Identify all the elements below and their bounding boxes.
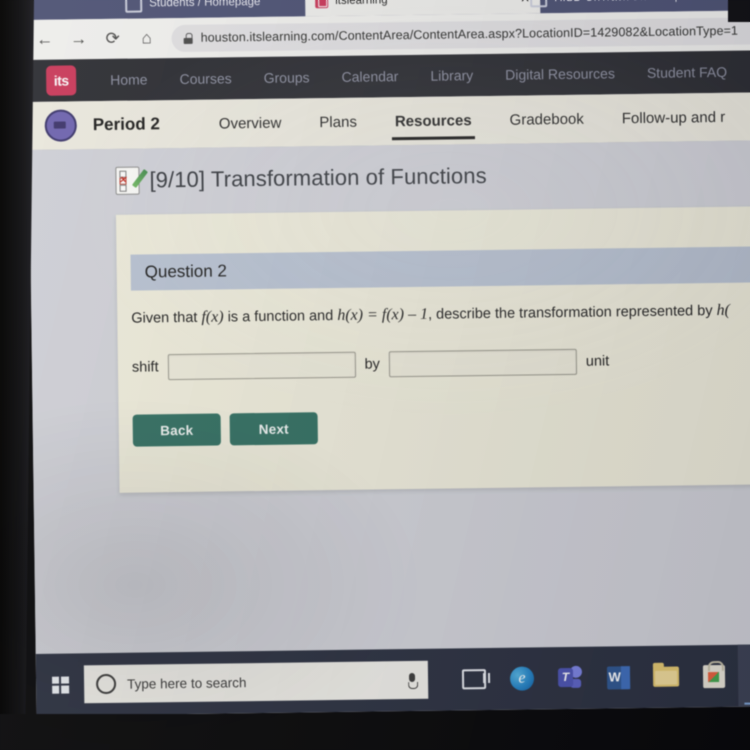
tab-gradebook[interactable]: Gradebook	[490, 94, 603, 143]
address-bar[interactable]: houston.itslearning.com/ContentArea/Cont…	[171, 16, 750, 52]
lock-icon	[184, 32, 193, 43]
next-button[interactable]: Next	[229, 412, 318, 446]
teams-icon[interactable]: T	[546, 647, 595, 710]
nav-item-library[interactable]: Library	[414, 67, 489, 84]
tab-label: itslearning	[335, 0, 388, 7]
nav-item-calendar[interactable]: Calendar	[325, 68, 414, 85]
question-prompt: Given that f(x) is a function and h(x) =…	[131, 300, 750, 329]
circle-icon	[530, 0, 548, 7]
nav-item-digital-resources[interactable]: Digital Resources	[489, 65, 631, 83]
answer-row: shift by unit	[132, 346, 750, 381]
nav-item-courses[interactable]: Courses	[163, 70, 247, 87]
tab-follow-up[interactable]: Follow-up and r	[602, 93, 744, 143]
tab-label: Students / Homepage	[149, 0, 261, 10]
tab-resources[interactable]: Resources	[376, 96, 491, 145]
file-explorer-icon[interactable]	[642, 645, 691, 708]
edge-icon[interactable]: e	[498, 647, 547, 710]
page-body: ✕ [9/10] Transformation of Functions Que…	[29, 140, 750, 654]
photo-bottom-bezel	[0, 714, 750, 750]
microsoft-store-icon[interactable]	[690, 645, 739, 708]
label-unit: unit	[585, 353, 610, 370]
nav-item-groups[interactable]: Groups	[248, 69, 326, 86]
course-title: Period 2	[92, 114, 160, 135]
prompt-segment-2: is a function and	[223, 307, 338, 326]
nav-item-home[interactable]: Home	[94, 71, 164, 88]
windows-logo-icon	[51, 676, 69, 694]
globe-icon	[125, 0, 143, 13]
question-heading-bar: Question 2	[130, 245, 750, 291]
chrome-icon[interactable]	[737, 644, 750, 707]
question-button-row: Back Next	[132, 412, 318, 447]
prompt-segment-3: , describe the transformation represente…	[427, 303, 717, 323]
label-shift: shift	[131, 359, 159, 376]
quiz-test-icon: ✕	[115, 166, 149, 195]
answer-direction-input[interactable]	[167, 351, 356, 381]
course-avatar	[44, 109, 77, 142]
nav-item-student-faq[interactable]: Student FAQ	[631, 64, 743, 81]
windows-taskbar: Type here to search e T	[35, 643, 750, 716]
photo-left-bezel	[0, 0, 34, 750]
close-icon[interactable]: ✕	[710, 0, 728, 3]
tab-plans[interactable]: Plans	[300, 97, 376, 146]
tab-label: HISD OnTrack Student | Illuminat	[554, 0, 703, 4]
its-icon	[315, 0, 329, 8]
back-button[interactable]: Back	[132, 413, 221, 447]
question-card: Question 2 Given that f(x) is a function…	[115, 205, 750, 493]
microphone-icon[interactable]	[408, 672, 416, 687]
photographed-screen: Students / Homepage ✕ itslearning ✕ HISD…	[0, 0, 750, 750]
page-title: [9/10] Transformation of Functions	[149, 162, 487, 193]
prompt-hx: h(x) = f(x) – 1	[337, 305, 429, 324]
start-button[interactable]	[36, 653, 85, 716]
computer-screen: Students / Homepage ✕ itslearning ✕ HISD…	[27, 0, 750, 716]
itslearning-logo[interactable]: its	[45, 65, 77, 96]
page-title-row: ✕ [9/10] Transformation of Functions	[29, 140, 750, 212]
label-by: by	[364, 356, 380, 373]
taskbar-search[interactable]: Type here to search	[83, 660, 429, 704]
question-heading: Question 2	[144, 261, 228, 282]
word-icon[interactable]	[594, 646, 643, 709]
forward-icon[interactable]: →	[61, 19, 96, 59]
photo-top-right-bezel	[728, 0, 750, 22]
prompt-fx: f(x)	[201, 308, 224, 326]
tab-overview[interactable]: Overview	[200, 98, 301, 147]
reload-icon[interactable]: ⟳	[95, 19, 130, 59]
search-placeholder: Type here to search	[126, 674, 247, 692]
task-view-icon[interactable]	[450, 648, 499, 711]
prompt-segment-1: Given that	[131, 309, 202, 327]
url-text: houston.itslearning.com/ContentArea/Cont…	[200, 23, 739, 45]
cortana-circle-icon	[95, 673, 117, 695]
answer-amount-input[interactable]	[388, 348, 578, 378]
home-icon[interactable]: ⌂	[129, 18, 164, 58]
taskbar-icons: e T	[450, 644, 750, 710]
prompt-tail: h(	[716, 301, 731, 320]
